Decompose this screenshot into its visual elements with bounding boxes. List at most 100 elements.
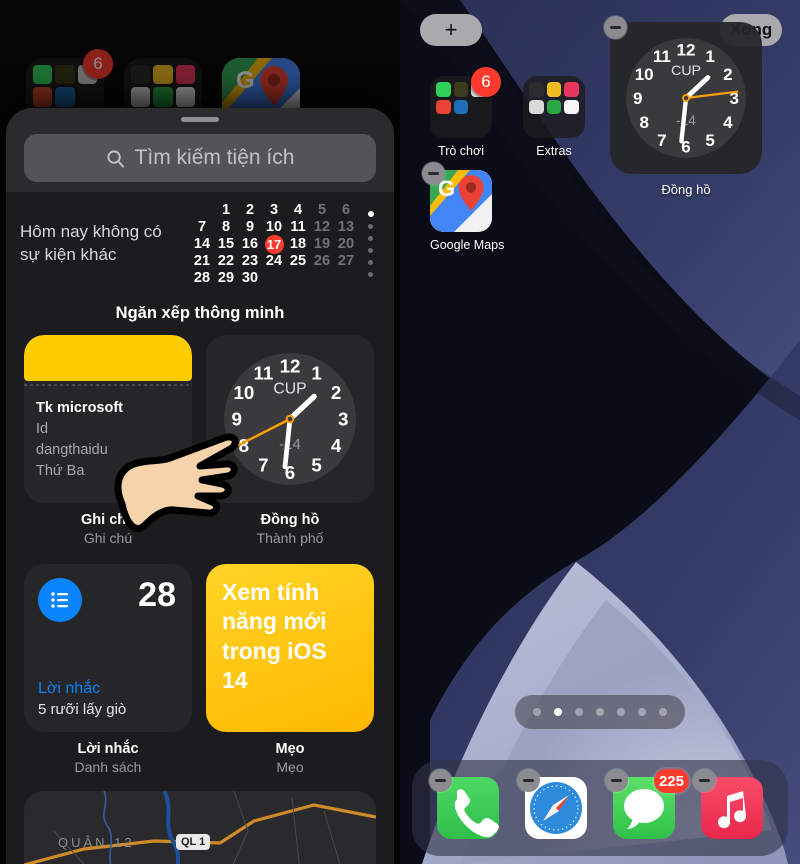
stack-dot[interactable] xyxy=(368,224,373,229)
dock-app-messages[interactable]: 225 xyxy=(605,769,689,839)
clock-numeral: 7 xyxy=(258,455,268,476)
calendar-day: 5 xyxy=(317,202,327,218)
remove-music-button[interactable] xyxy=(693,769,716,792)
calendar-day: 26 xyxy=(313,253,331,269)
calendar-day: 14 xyxy=(193,236,211,252)
google-maps-label: Google Maps xyxy=(430,238,505,252)
dock-app-safari[interactable] xyxy=(517,769,587,839)
calendar-day: 1 xyxy=(221,202,231,218)
reminders-count: 28 xyxy=(138,576,176,614)
page-dot[interactable] xyxy=(659,708,667,716)
reminders-widget-tile[interactable]: 28 Lời nhắc 5 rưỡi lấy giò xyxy=(24,564,192,732)
analog-clock-face: 12 1 2 3 4 5 6 7 8 9 10 11 CUP -14 xyxy=(618,30,754,166)
page-dot[interactable] xyxy=(596,708,604,716)
remove-clock-widget-button[interactable] xyxy=(604,16,627,39)
stack-page-indicator[interactable] xyxy=(368,211,374,277)
widget-row-2: 28 Lời nhắc 5 rưỡi lấy giò Lời nhắc Danh… xyxy=(6,564,394,775)
sheet-grabber[interactable] xyxy=(181,117,219,122)
reminders-list-icon xyxy=(38,578,82,622)
map-graphic xyxy=(24,791,376,864)
tips-headline: Xem tính năng mới trong iOS 14 xyxy=(222,579,327,694)
stack-dot[interactable] xyxy=(368,260,373,265)
svg-text:G: G xyxy=(236,67,255,94)
left-panel-widget-gallery: 6 G Tìm kiếm tiện ích Hôm nay không có s… xyxy=(0,0,400,864)
calendar-day: 28 xyxy=(193,270,211,286)
calendar-day: 21 xyxy=(193,253,211,269)
app-games-folder[interactable]: 6 Trò chơi xyxy=(430,67,501,158)
map-road-shield: QL 1 xyxy=(176,834,211,850)
clock-numeral: 11 xyxy=(253,362,273,383)
calendar-day: 20 xyxy=(337,236,355,252)
stack-dot[interactable] xyxy=(368,272,373,277)
reminders-widget-cell[interactable]: 28 Lời nhắc 5 rưỡi lấy giò Lời nhắc Danh… xyxy=(24,564,192,775)
page-dot[interactable] xyxy=(617,708,625,716)
tips-widget-cell[interactable]: Xem tính năng mới trong iOS 14 Mẹo Mẹo xyxy=(206,564,374,775)
page-dot[interactable] xyxy=(638,708,646,716)
remove-messages-button[interactable] xyxy=(605,769,628,792)
games-folder-badge: 6 xyxy=(471,67,501,97)
messages-badge: 225 xyxy=(653,769,689,793)
app-extras-folder[interactable]: Extras xyxy=(523,76,585,158)
page-indicator[interactable] xyxy=(515,695,685,729)
clock-center-pin xyxy=(285,414,295,424)
bullet-list-icon xyxy=(51,592,68,608)
map-district-label: QUẬN 12 xyxy=(58,835,135,850)
maps-widget-preview[interactable]: QUẬN 12 QL 1 xyxy=(24,791,376,864)
clock-numeral: 9 xyxy=(633,89,642,108)
page-dot[interactable] xyxy=(533,708,541,716)
add-widget-button[interactable]: + xyxy=(420,14,482,46)
calendar-month-grid: 1 2 3 4 5 6 7 8 9 10 11 12 13 14 15 16 17 18 19 20 21 22 23 24 2… xyxy=(190,202,358,287)
tips-widget-name: Mẹo xyxy=(275,741,305,757)
tips-widget-subtitle: Mẹo xyxy=(276,759,304,775)
clock-numeral: 10 xyxy=(635,65,654,84)
calendar-day: 12 xyxy=(313,219,331,235)
calendar-day: 23 xyxy=(241,253,259,269)
stack-dot[interactable] xyxy=(368,248,373,253)
right-panel-home-screen: + Xong 6 Trò chơi E xyxy=(400,0,800,864)
pointing-hand-cursor xyxy=(104,408,239,538)
calendar-widget-preview[interactable]: Hôm nay không có sự kiện khác 1234567891… xyxy=(6,192,394,290)
dock-app-music[interactable] xyxy=(693,769,763,839)
clock-numeral: 4 xyxy=(723,113,733,132)
calendar-day: 2 xyxy=(245,202,255,218)
app-google-maps[interactable]: G Google Maps xyxy=(422,162,505,252)
page-dot[interactable] xyxy=(554,708,562,716)
games-folder-tile[interactable]: 6 xyxy=(430,67,501,138)
calendar-day: 22 xyxy=(217,253,235,269)
remove-phone-button[interactable] xyxy=(429,769,452,792)
clock-numeral: 10 xyxy=(233,382,254,403)
stack-dot[interactable] xyxy=(368,236,373,241)
extras-folder-tile[interactable] xyxy=(523,76,585,138)
clock-numeral: 8 xyxy=(639,113,648,132)
calendar-day: 18 xyxy=(289,236,307,252)
calendar-day: 24 xyxy=(265,253,283,269)
clock-widget-tile[interactable]: 12 1 2 3 4 5 6 7 8 9 10 11 CUP -14 xyxy=(610,22,762,174)
clock-numeral: 3 xyxy=(338,409,348,430)
remove-google-maps-button[interactable] xyxy=(422,162,445,185)
home-clock-widget[interactable]: 12 1 2 3 4 5 6 7 8 9 10 11 CUP -14 Đồng hồ xyxy=(604,16,762,197)
remove-safari-button[interactable] xyxy=(517,769,540,792)
clock-widget-label: Đồng hồ xyxy=(661,182,711,197)
calendar-day: 13 xyxy=(337,219,355,235)
clock-svg: 12 1234567891011CUP-14 xyxy=(626,38,746,158)
reminders-list-name: Lời nhắc xyxy=(38,680,101,697)
smart-stack-section-title: Ngăn xếp thông minh xyxy=(115,304,285,322)
clock-numeral: 5 xyxy=(705,131,714,150)
calendar-message: Hôm nay không có sự kiện khác xyxy=(20,221,186,267)
calendar-day: 19 xyxy=(313,236,331,252)
calendar-day: 29 xyxy=(217,270,235,286)
calendar-day: 4 xyxy=(293,202,303,218)
reminders-widget-subtitle: Danh sách xyxy=(74,759,142,775)
page-dot[interactable] xyxy=(575,708,583,716)
calendar-day: 30 xyxy=(241,270,259,286)
calendar-day: 8 xyxy=(221,219,231,235)
stack-dot[interactable] xyxy=(368,211,374,217)
calendar-day: 6 xyxy=(341,202,351,218)
search-widgets-field[interactable]: Tìm kiếm tiện ích xyxy=(24,134,376,182)
dock-app-phone[interactable] xyxy=(429,769,499,839)
clock-numeral: 4 xyxy=(331,435,342,456)
dock: 225 xyxy=(412,760,788,856)
calendar-day: 16 xyxy=(241,236,259,252)
tips-widget-tile[interactable]: Xem tính năng mới trong iOS 14 xyxy=(206,564,374,732)
games-folder-label: Trò chơi xyxy=(438,144,484,158)
